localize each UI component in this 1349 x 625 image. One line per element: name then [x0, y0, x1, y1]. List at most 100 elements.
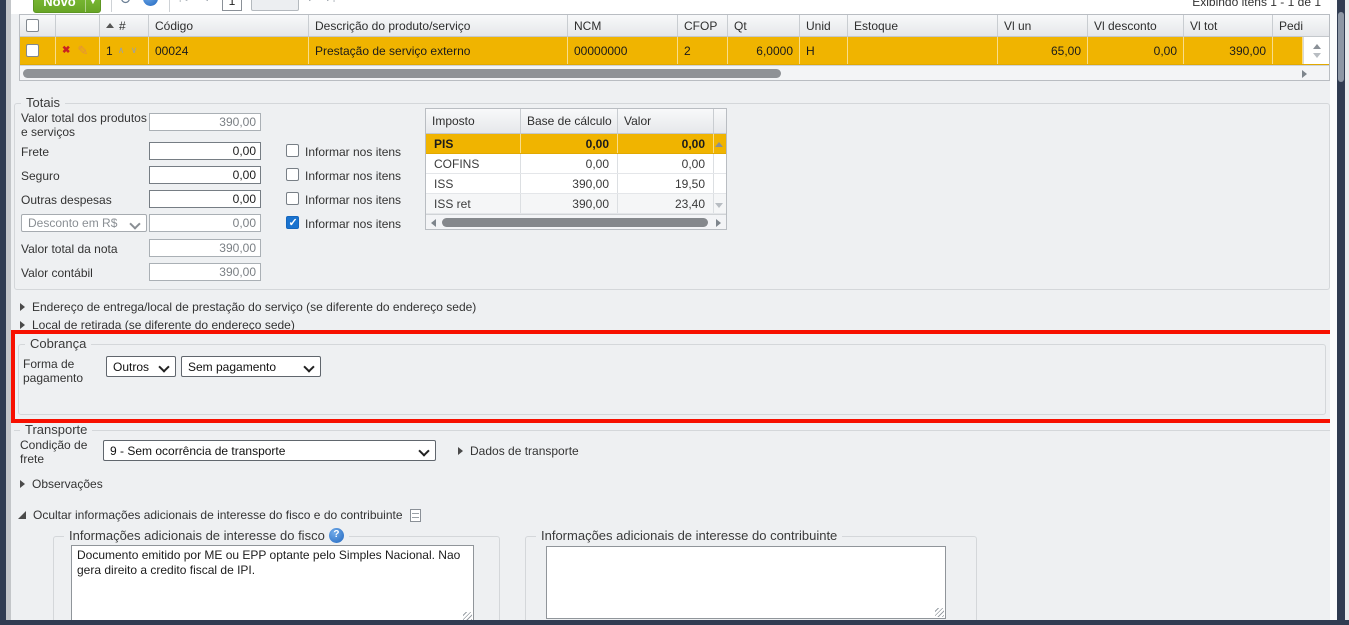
novo-button[interactable]: Novo ▼ [33, 0, 101, 13]
help-icon[interactable] [328, 528, 344, 543]
dados-transporte-toggle[interactable]: Dados de transporte [458, 444, 579, 458]
header-vl-un[interactable]: Vl un [998, 15, 1088, 36]
cell-base: 0,00 [521, 154, 618, 173]
ocultar-informacoes-toggle[interactable]: Ocultar informações adicionais de intere… [18, 508, 421, 522]
header-vl-tot[interactable]: Vl tot [1184, 15, 1273, 36]
toolbar: Novo ▼ ↻ |◀ ◀ 1 ▶ ▶| Exibindo itens 1 - … [11, 0, 1337, 14]
scroll-left-icon[interactable] [431, 219, 436, 227]
last-page-icon[interactable]: ▶| [327, 0, 335, 3]
header-descricao[interactable]: Descrição do produto/serviço [309, 15, 568, 36]
header-imposto[interactable]: Imposto [426, 109, 521, 133]
seguro-informar-label: Informar nos itens [305, 169, 402, 183]
table-row[interactable]: PIS 0,00 0,00 [426, 134, 726, 154]
header-valor[interactable]: Valor [618, 109, 714, 133]
scroll-up-icon[interactable] [715, 142, 723, 147]
page-input[interactable]: 1 [222, 0, 242, 11]
items-count-status: Exibindo itens 1 - 1 de 1 [1192, 0, 1321, 9]
sort-asc-icon [106, 23, 114, 28]
header-estoque[interactable]: Estoque [848, 15, 998, 36]
outras-despesas-field[interactable]: 0,00 [149, 190, 261, 208]
header-qt[interactable]: Qt [728, 15, 800, 36]
observacoes-toggle[interactable]: Observações [20, 477, 103, 491]
novo-dropdown-caret-icon[interactable]: ▼ [86, 0, 100, 6]
info-contribuinte-section: Informações adicionais de interesse do c… [525, 528, 977, 625]
refresh-icon[interactable]: ↻ [119, 0, 132, 8]
select-all-checkbox[interactable] [26, 19, 39, 32]
header-vl-desconto[interactable]: Vl desconto [1088, 15, 1184, 36]
window-right-edge-outer [1345, 0, 1349, 625]
first-page-icon[interactable]: |◀ [179, 0, 187, 3]
scroll-right-icon[interactable] [1302, 70, 1307, 78]
header-base-calculo[interactable]: Base de cálculo [521, 109, 618, 133]
header-scroll-spacer [714, 109, 726, 133]
actions-header-cell [56, 15, 100, 36]
table-row[interactable]: ISS 390,00 19,50 [426, 174, 726, 194]
move-up-down-icons[interactable]: ∧ ∨ [118, 45, 140, 56]
page-size-select[interactable] [251, 0, 299, 11]
valor-contabil-field: 390,00 [149, 263, 261, 281]
toolbar-divider [169, 0, 170, 12]
header-pedido[interactable]: Pedi [1273, 15, 1329, 36]
info-fisco-textarea[interactable]: Documento emitido por ME ou EPP optante … [71, 545, 474, 623]
row-order-cell: 1 ∧ ∨ [100, 37, 149, 64]
scroll-up-icon[interactable] [1312, 43, 1321, 49]
cell-imposto: PIS [426, 134, 521, 153]
frete-informar-checkbox[interactable] [286, 144, 299, 157]
cell-cfop: 2 [678, 37, 728, 64]
collapsed-icon [20, 480, 25, 488]
frete-field[interactable]: 0,00 [149, 142, 261, 160]
order-header-cell[interactable]: # [100, 15, 149, 36]
resize-handle-icon[interactable] [935, 608, 944, 617]
collapsed-icon [458, 447, 463, 455]
browser-scrollbar-thumb[interactable] [1338, 12, 1344, 82]
table-row[interactable]: ISS ret 390,00 23,40 [426, 194, 726, 214]
items-horizontal-scrollbar[interactable] [20, 65, 1329, 80]
cell-vl-un: 65,00 [998, 37, 1088, 64]
condicao-frete-select[interactable]: 9 - Sem ocorrência de transporte [103, 440, 436, 461]
seguro-field[interactable]: 0,00 [149, 166, 261, 184]
endereco-entrega-toggle[interactable]: Endereço de entrega/local de prestação d… [20, 300, 476, 314]
observacoes-label: Observações [32, 477, 103, 491]
desconto-informar-checkbox[interactable] [286, 216, 299, 229]
cell-valor: 23,40 [618, 194, 714, 213]
transporte-section: Transporte Condição de frete 9 - Sem oco… [14, 422, 1330, 466]
local-retirada-toggle[interactable]: Local de retirada (se diferente do ender… [20, 318, 295, 332]
items-vertical-scrollbar[interactable] [1303, 37, 1329, 64]
collapsed-icon [20, 303, 25, 311]
table-row[interactable]: ✖ ✎ 1 ∧ ∨ 00024 Prestação de serviço exter… [20, 37, 1329, 65]
header-codigo[interactable]: Código [149, 15, 309, 36]
items-table-header: # Código Descrição do produto/serviço NC… [20, 15, 1329, 37]
condicao-frete-label: Condição de frete [20, 438, 88, 466]
scroll-down-icon[interactable] [715, 203, 723, 208]
edit-row-icon[interactable]: ✎ [77, 43, 88, 59]
cell-base: 390,00 [521, 194, 618, 213]
scroll-right-icon[interactable] [716, 219, 721, 227]
impostos-horizontal-scrollbar[interactable] [426, 214, 726, 229]
cell-valor: 19,50 [618, 174, 714, 193]
header-ncm[interactable]: NCM [568, 15, 678, 36]
scrollbar-thumb[interactable] [23, 69, 781, 78]
desconto-informar-label: Informar nos itens [305, 217, 402, 231]
prev-page-icon[interactable]: ◀ [201, 0, 208, 3]
help-icon[interactable] [143, 0, 158, 6]
cell-scroll-spacer [714, 154, 730, 173]
toolbar-divider [111, 0, 112, 12]
local-retirada-label: Local de retirada (se diferente do ender… [32, 318, 295, 332]
row-checkbox[interactable] [26, 44, 39, 57]
frete-label: Frete [21, 145, 50, 159]
table-row[interactable]: COFINS 0,00 0,00 [426, 154, 726, 174]
next-page-icon[interactable]: ▶ [309, 0, 316, 3]
impostos-header: Imposto Base de cálculo Valor [426, 109, 726, 134]
forma-pagamento-detalhe-select[interactable]: Sem pagamento [181, 356, 321, 377]
outras-informar-checkbox[interactable] [286, 192, 299, 205]
info-contribuinte-textarea[interactable] [546, 546, 946, 619]
seguro-informar-checkbox[interactable] [286, 168, 299, 181]
forma-pagamento-tipo-select[interactable]: Outros [106, 356, 176, 377]
header-cfop[interactable]: CFOP [678, 15, 728, 36]
document-icon[interactable] [409, 508, 421, 522]
seguro-label: Seguro [21, 169, 60, 183]
scroll-down-icon[interactable] [1312, 52, 1321, 58]
delete-row-icon[interactable]: ✖ [62, 45, 70, 56]
header-unid[interactable]: Unid [800, 15, 848, 36]
scrollbar-thumb[interactable] [442, 218, 708, 227]
